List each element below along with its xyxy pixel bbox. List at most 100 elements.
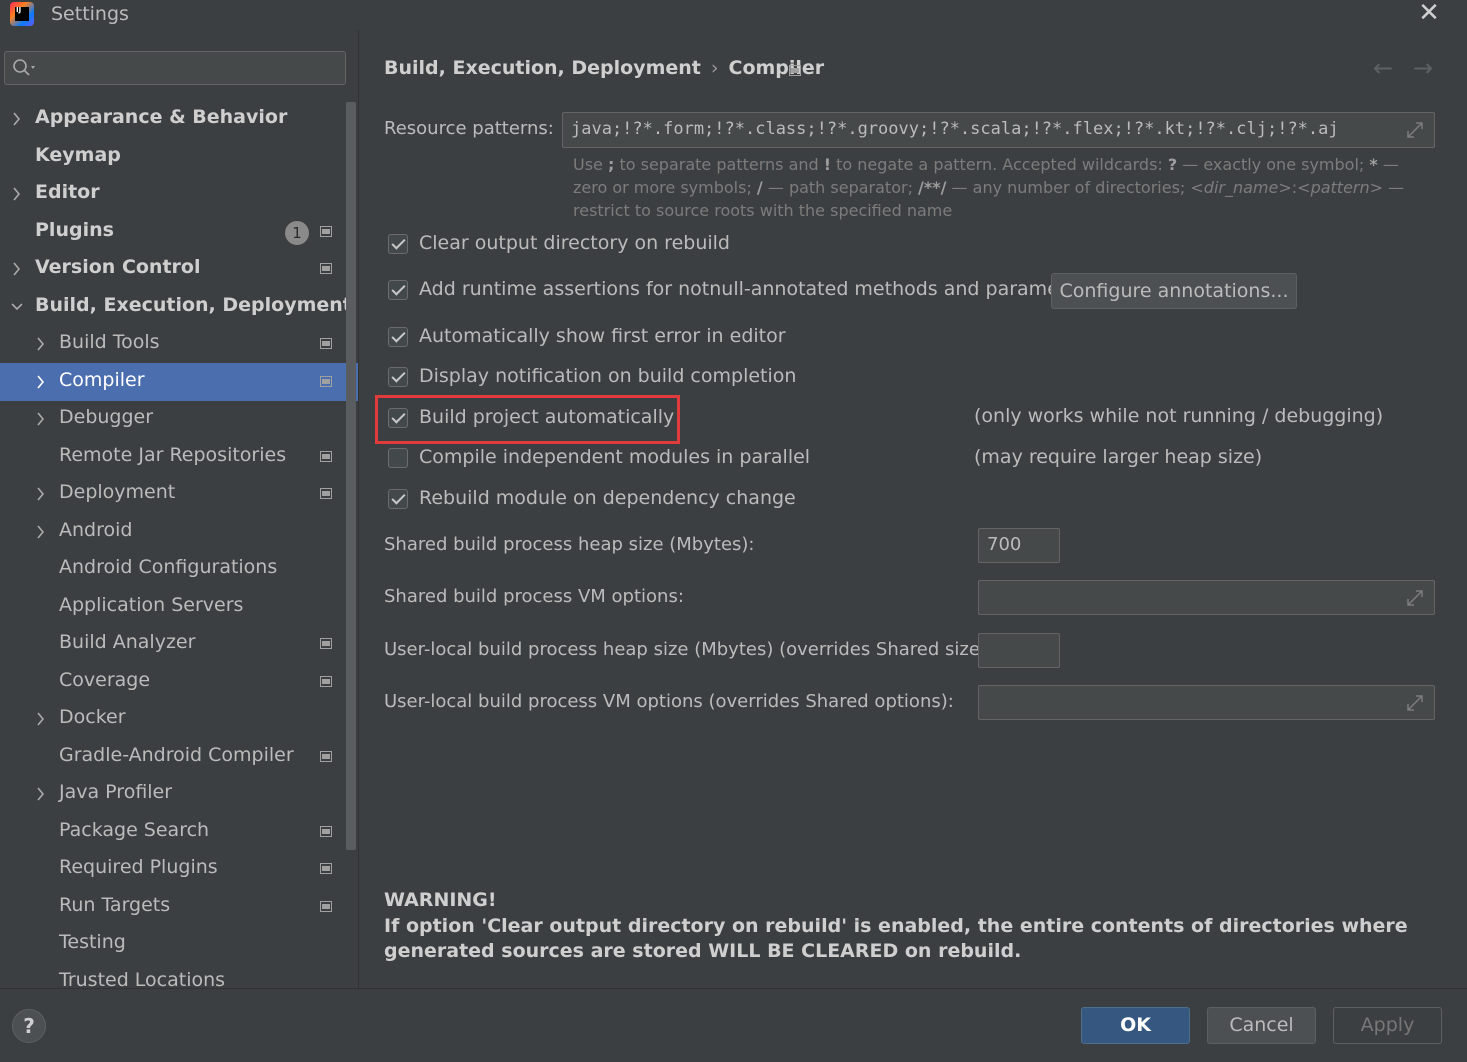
chevron-right-icon[interactable] bbox=[10, 110, 24, 128]
user-heap-label: User-local build process heap size (Mbyt… bbox=[384, 639, 994, 660]
sidebar-item-required-plugins[interactable]: Required Plugins bbox=[0, 850, 358, 888]
checkbox-label: Compile independent modules in parallel bbox=[419, 446, 811, 468]
breadcrumb-parent[interactable]: Build, Execution, Deployment bbox=[384, 57, 701, 79]
sidebar-item-label: Java Profiler bbox=[59, 781, 173, 803]
sidebar-item-coverage[interactable]: Coverage bbox=[0, 663, 358, 701]
sidebar-item-label: Docker bbox=[59, 706, 126, 728]
chevron-right-icon[interactable] bbox=[34, 335, 48, 353]
project-scope-icon bbox=[320, 863, 332, 874]
breadcrumb: Build, Execution, Deployment › Compiler bbox=[384, 57, 824, 79]
checkbox-label: Build project automatically bbox=[419, 406, 675, 428]
chevron-right-icon[interactable] bbox=[34, 523, 48, 541]
cancel-button[interactable]: Cancel bbox=[1207, 1007, 1316, 1044]
update-count-badge: 1 bbox=[285, 221, 309, 245]
shared-heap-input[interactable]: 700 bbox=[978, 528, 1060, 563]
project-scope-icon bbox=[320, 488, 332, 499]
sidebar-item-label: Android Configurations bbox=[59, 556, 278, 578]
expand-icon[interactable] bbox=[1406, 121, 1424, 139]
sidebar-item-label: Run Targets bbox=[59, 894, 171, 916]
nav-forward-button[interactable]: → bbox=[1413, 54, 1433, 82]
sidebar-item-plugins[interactable]: Plugins 1 bbox=[0, 213, 358, 251]
checkbox-label: Automatically show first error in editor bbox=[419, 325, 786, 347]
help-button[interactable]: ? bbox=[12, 1009, 46, 1043]
sidebar-item-java-profiler[interactable]: Java Profiler bbox=[0, 775, 358, 813]
sidebar-item-editor[interactable]: Editor bbox=[0, 175, 358, 213]
build-automatically-note: (only works while not running / debuggin… bbox=[974, 405, 1384, 427]
chevron-right-icon[interactable] bbox=[10, 260, 24, 278]
shared-heap-label: Shared build process heap size (Mbytes): bbox=[384, 534, 755, 555]
user-vm-label: User-local build process VM options (ove… bbox=[384, 691, 954, 712]
resource-patterns-input[interactable]: java;!?*.form;!?*.class;!?*.groovy;!?*.s… bbox=[562, 112, 1435, 148]
sidebar-item-package-search[interactable]: Package Search bbox=[0, 813, 358, 851]
sidebar-item-label: Appearance & Behavior bbox=[35, 106, 288, 128]
apply-button[interactable]: Apply bbox=[1333, 1007, 1442, 1044]
sidebar-item-build-execution-deployment[interactable]: Build, Execution, Deployment bbox=[0, 288, 358, 326]
configure-annotations-button[interactable]: Configure annotations... bbox=[1051, 273, 1297, 309]
breadcrumb-separator: › bbox=[710, 57, 719, 79]
checkbox-box bbox=[388, 489, 408, 509]
project-scope-icon bbox=[320, 676, 332, 687]
sidebar-item-android[interactable]: Android bbox=[0, 513, 358, 551]
expand-icon[interactable] bbox=[1406, 694, 1424, 712]
shared-vm-input[interactable] bbox=[978, 580, 1435, 615]
sidebar-item-label: Build, Execution, Deployment bbox=[35, 294, 352, 316]
sidebar-item-keymap[interactable]: Keymap bbox=[0, 138, 358, 176]
sidebar-item-appearance-behavior[interactable]: Appearance & Behavior bbox=[0, 100, 358, 138]
project-scope-icon bbox=[320, 751, 332, 762]
checkbox-box bbox=[388, 234, 408, 254]
sidebar-item-debugger[interactable]: Debugger bbox=[0, 400, 358, 438]
checkbox-label: Clear output directory on rebuild bbox=[419, 232, 730, 254]
chevron-right-icon[interactable] bbox=[10, 185, 24, 203]
search-icon bbox=[13, 59, 35, 76]
sidebar-item-remote-jar-repositories[interactable]: Remote Jar Repositories bbox=[0, 438, 358, 476]
sidebar-scrollbar[interactable] bbox=[346, 102, 356, 850]
resource-patterns-hint: Use ; to separate patterns and ! to nega… bbox=[573, 155, 1405, 220]
project-scope-icon bbox=[320, 638, 332, 649]
sidebar-item-trusted-locations[interactable]: Trusted Locations bbox=[0, 963, 358, 988]
sidebar-item-label: Deployment bbox=[59, 481, 176, 503]
chevron-right-icon[interactable] bbox=[34, 710, 48, 728]
nav-back-button[interactable]: ← bbox=[1373, 54, 1393, 82]
sidebar-item-testing[interactable]: Testing bbox=[0, 925, 358, 963]
warning-title: WARNING! bbox=[384, 889, 497, 911]
sidebar-item-build-analyzer[interactable]: Build Analyzer bbox=[0, 625, 358, 663]
chevron-right-icon[interactable] bbox=[34, 410, 48, 428]
project-scope-icon bbox=[789, 65, 801, 76]
sidebar-item-label: Gradle-Android Compiler bbox=[59, 744, 294, 766]
checkbox-box bbox=[388, 408, 408, 428]
sidebar-item-label: Keymap bbox=[35, 144, 121, 166]
project-scope-icon bbox=[320, 901, 332, 912]
sidebar-item-gradle-android-compiler[interactable]: Gradle-Android Compiler bbox=[0, 738, 358, 776]
sidebar-item-label: Version Control bbox=[35, 256, 201, 278]
expand-icon[interactable] bbox=[1406, 589, 1424, 607]
title-bar: IJ Settings ✕ bbox=[0, 0, 1467, 30]
sidebar-item-version-control[interactable]: Version Control bbox=[0, 250, 358, 288]
chevron-down-icon[interactable] bbox=[10, 298, 24, 316]
chevron-right-icon[interactable] bbox=[34, 485, 48, 503]
ok-button[interactable]: OK bbox=[1081, 1007, 1190, 1044]
chevron-right-icon[interactable] bbox=[34, 785, 48, 803]
sidebar-item-docker[interactable]: Docker bbox=[0, 700, 358, 738]
user-heap-input[interactable] bbox=[978, 633, 1060, 668]
user-vm-input[interactable] bbox=[978, 685, 1435, 720]
resource-patterns-label: Resource patterns: bbox=[384, 118, 554, 139]
sidebar-item-application-servers[interactable]: Application Servers bbox=[0, 588, 358, 626]
checkbox-box bbox=[388, 448, 408, 468]
sidebar-item-label: Android bbox=[59, 519, 133, 541]
sidebar-item-label: Remote Jar Repositories bbox=[59, 444, 287, 466]
sidebar-item-build-tools[interactable]: Build Tools bbox=[0, 325, 358, 363]
checkbox-label: Display notification on build completion bbox=[419, 365, 797, 387]
chevron-right-icon[interactable] bbox=[34, 373, 48, 391]
sidebar-item-label: Compiler bbox=[59, 369, 145, 391]
project-scope-icon bbox=[320, 826, 332, 837]
close-button[interactable]: ✕ bbox=[1414, 0, 1444, 28]
sidebar-item-run-targets[interactable]: Run Targets bbox=[0, 888, 358, 926]
sidebar-item-label: Editor bbox=[35, 181, 100, 203]
intellij-logo-icon: IJ bbox=[10, 2, 34, 26]
breadcrumb-current: Compiler bbox=[728, 57, 825, 79]
sidebar-item-compiler[interactable]: Compiler bbox=[0, 363, 358, 401]
sidebar-item-android-configurations[interactable]: Android Configurations bbox=[0, 550, 358, 588]
checkbox-box bbox=[388, 367, 408, 387]
search-input[interactable] bbox=[4, 51, 346, 85]
sidebar-item-deployment[interactable]: Deployment bbox=[0, 475, 358, 513]
